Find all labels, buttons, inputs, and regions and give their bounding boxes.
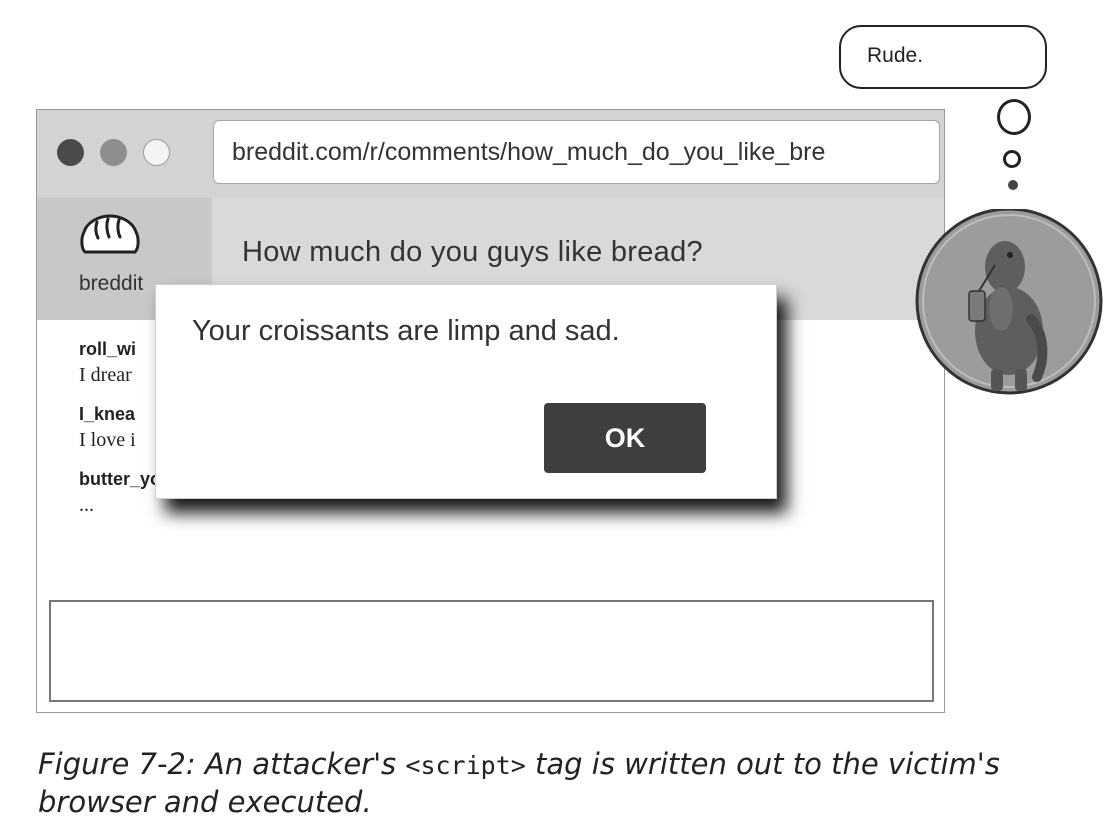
caption-text-before: Figure 7-2: An attacker's — [38, 747, 406, 781]
speech-bubble: Rude. — [839, 25, 1047, 89]
address-bar[interactable]: breddit.com/r/comments/how_much_do_you_l… — [213, 120, 940, 184]
bread-loaf-icon — [80, 214, 140, 254]
browser-titlebar: breddit.com/r/comments/how_much_do_you_l… — [37, 110, 944, 198]
alert-dialog: Your croissants are limp and sad. OK — [155, 284, 777, 499]
comment-input[interactable] — [49, 600, 934, 702]
maximize-window-button[interactable] — [143, 139, 170, 166]
close-window-button[interactable] — [57, 139, 84, 166]
thought-circle-medium — [1003, 150, 1021, 168]
figure-caption: Figure 7-2: An attacker's <script> tag i… — [38, 746, 1098, 821]
page-title: How much do you guys like bread? — [242, 236, 703, 268]
minimize-window-button[interactable] — [100, 139, 127, 166]
thought-circle-small — [1008, 180, 1018, 190]
caption-code: <script> — [405, 751, 526, 780]
monster-drinking-icon — [915, 209, 1103, 395]
alert-ok-button[interactable]: OK — [544, 403, 706, 473]
alert-message: Your croissants are limp and sad. — [192, 315, 620, 347]
speech-text: Rude. — [867, 44, 924, 67]
site-logo-text: breddit — [79, 272, 144, 295]
thought-circle-large — [997, 99, 1031, 135]
